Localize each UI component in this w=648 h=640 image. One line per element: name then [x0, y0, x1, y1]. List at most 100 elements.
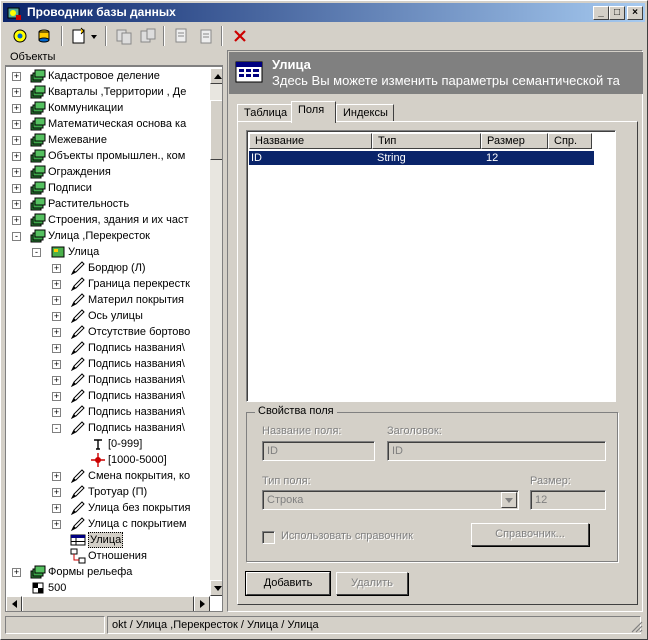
expand-icon[interactable]: +	[52, 520, 61, 529]
maximize-button[interactable]: □	[609, 6, 625, 20]
tree-item[interactable]: + Объекты промышлен., ком	[6, 148, 210, 164]
scroll-up-button[interactable]	[210, 68, 222, 84]
chevron-down-icon[interactable]	[501, 492, 517, 508]
tree-item[interactable]: + Ось улицы	[6, 308, 210, 324]
column-header-name[interactable]: Название	[249, 133, 372, 149]
field-name-input[interactable]: ID	[262, 441, 375, 461]
tree-item[interactable]: + Математическая основа ка	[6, 116, 210, 132]
header-input[interactable]: ID	[387, 441, 606, 461]
column-header-ref[interactable]: Спр.	[548, 133, 592, 149]
tree-item[interactable]: + Подпись названия\	[6, 404, 210, 420]
delete-icon[interactable]	[229, 25, 251, 47]
expand-icon[interactable]: +	[12, 152, 21, 161]
close-button[interactable]: ×	[627, 6, 643, 20]
paste-icon[interactable]	[137, 25, 159, 47]
tree-item[interactable]: + Тротуар (П)	[6, 484, 210, 500]
tree-item[interactable]: + Смена покрытия, ко	[6, 468, 210, 484]
size-input[interactable]: 12	[530, 490, 606, 510]
collapse-icon[interactable]: -	[12, 232, 21, 241]
document-icon[interactable]	[195, 25, 217, 47]
connect-icon[interactable]	[9, 25, 31, 47]
fields-list[interactable]: Название Тип Размер Спр. ID String 12	[246, 130, 616, 402]
properties-icon[interactable]	[171, 25, 193, 47]
tree-item[interactable]: - Улица ,Перекресток	[6, 228, 210, 244]
tree-item[interactable]: + Растительность	[6, 196, 210, 212]
minimize-button[interactable]: _	[593, 6, 609, 20]
tab-fields[interactable]: Поля	[291, 101, 336, 123]
tree-item[interactable]: + Межевание	[6, 132, 210, 148]
tree-item[interactable]: + Подпись названия\	[6, 388, 210, 404]
expand-icon[interactable]: +	[52, 392, 61, 401]
tree-item[interactable]: + Строения, здания и их част	[6, 212, 210, 228]
tree-item[interactable]: + Граница перекрестк	[6, 276, 210, 292]
expand-icon[interactable]: +	[52, 504, 61, 513]
field-type-select[interactable]: Строка	[262, 490, 519, 510]
expand-icon[interactable]: +	[12, 104, 21, 113]
tree-item[interactable]: + Кварталы ,Территории , Де	[6, 84, 210, 100]
tree-item[interactable]: [1000-5000]	[6, 452, 210, 468]
expand-icon[interactable]: +	[12, 568, 21, 577]
scroll-down-button[interactable]	[210, 580, 222, 596]
expand-icon[interactable]: +	[52, 472, 61, 481]
scroll-thumb[interactable]	[210, 100, 222, 160]
expand-icon[interactable]: +	[52, 344, 61, 353]
expand-icon[interactable]: +	[12, 120, 21, 129]
expand-icon[interactable]: +	[52, 376, 61, 385]
tree-item[interactable]: - Подпись названия\	[6, 420, 210, 436]
collapse-icon[interactable]: -	[52, 424, 61, 433]
expand-icon[interactable]: +	[12, 88, 21, 97]
expand-icon[interactable]: +	[52, 488, 61, 497]
tree-horizontal-scrollbar[interactable]	[6, 596, 210, 611]
tree-item[interactable]: + Подпись названия\	[6, 372, 210, 388]
expand-icon[interactable]: +	[52, 264, 61, 273]
expand-icon[interactable]: +	[52, 360, 61, 369]
new-dropdown-icon[interactable]	[69, 25, 101, 47]
tree-item[interactable]: + Подписи	[6, 180, 210, 196]
delete-button[interactable]: Удалить	[336, 572, 408, 595]
tree-item[interactable]: + Формы рельефа	[6, 564, 210, 580]
tree-item[interactable]: + Кадастровое деление	[6, 68, 210, 84]
tree-item[interactable]: + Подпись названия\	[6, 356, 210, 372]
tree-item[interactable]: 500	[6, 580, 210, 596]
column-header-type[interactable]: Тип	[372, 133, 481, 149]
expand-icon[interactable]: +	[12, 136, 21, 145]
tree-vertical-scrollbar[interactable]	[210, 68, 222, 596]
expand-icon[interactable]: +	[12, 200, 21, 209]
expand-icon[interactable]: +	[12, 72, 21, 81]
tab-indexes[interactable]: Индексы	[336, 104, 394, 122]
expand-icon[interactable]: +	[52, 328, 61, 337]
expand-icon[interactable]: +	[52, 312, 61, 321]
copy-icon[interactable]	[113, 25, 135, 47]
tab-table[interactable]: Таблица	[237, 104, 292, 122]
tree-item[interactable]: + Улица без покрытия	[6, 500, 210, 516]
tree-item[interactable]: Улица	[6, 532, 210, 548]
object-tree[interactable]: + Кадастровое деление + Кварталы ,Территори…	[5, 66, 223, 612]
use-reference-checkbox[interactable]	[262, 531, 275, 544]
tree-item[interactable]: + Бордюр (Л)	[6, 260, 210, 276]
resize-grip-icon[interactable]	[631, 621, 643, 633]
expand-icon[interactable]: +	[52, 280, 61, 289]
expand-icon[interactable]: +	[12, 216, 21, 225]
tree-item[interactable]: + Улица с покрытием	[6, 516, 210, 532]
database-icon[interactable]	[33, 25, 55, 47]
expand-icon[interactable]: +	[52, 408, 61, 417]
title-bar[interactable]: Проводник базы данных _ □ ×	[3, 3, 645, 22]
tree-item[interactable]: + Коммуникации	[6, 100, 210, 116]
tree-item[interactable]: + Ограждения	[6, 164, 210, 180]
tree-item[interactable]: + Отсутствие бортово	[6, 324, 210, 340]
scroll-left-button[interactable]	[6, 596, 22, 611]
scroll-right-button[interactable]	[194, 596, 210, 611]
expand-icon[interactable]: +	[52, 296, 61, 305]
tree-item[interactable]: + Подпись названия\	[6, 340, 210, 356]
reference-button[interactable]: Справочник...	[471, 523, 589, 546]
expand-icon[interactable]: +	[12, 184, 21, 193]
hscroll-thumb[interactable]	[22, 596, 194, 611]
tree-item[interactable]: Отношения	[6, 548, 210, 564]
tree-item[interactable]: - Улица	[6, 244, 210, 260]
tree-item[interactable]: [0-999]	[6, 436, 210, 452]
expand-icon[interactable]: +	[12, 168, 21, 177]
table-row[interactable]: ID String 12	[249, 151, 594, 165]
add-button[interactable]: Добавить	[245, 571, 331, 596]
tree-item[interactable]: + Материл покрытия	[6, 292, 210, 308]
collapse-icon[interactable]: -	[32, 248, 41, 257]
